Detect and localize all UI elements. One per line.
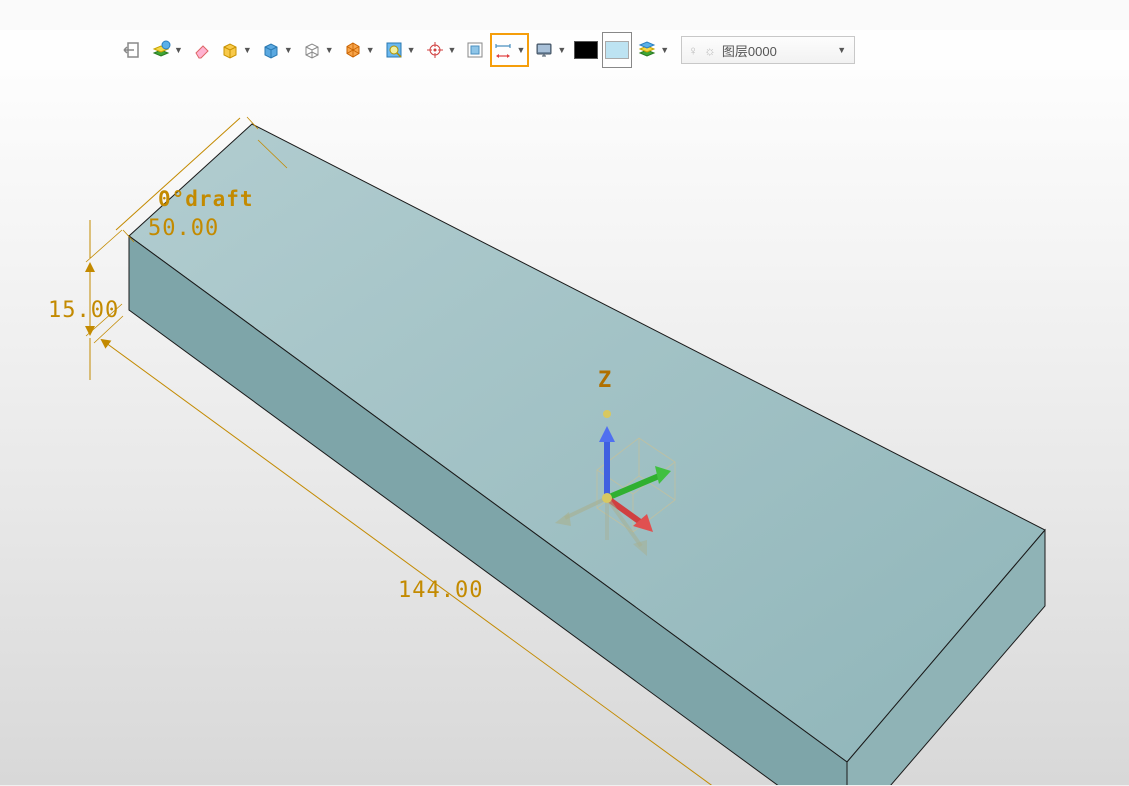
layers-stack-tool[interactable]: ▼: [634, 33, 673, 67]
layers-tool[interactable]: ▼: [148, 33, 187, 67]
box-blue-tool[interactable]: ▼: [258, 33, 297, 67]
draft-annotation: 0°draft: [158, 187, 254, 211]
box-yellow-icon: [219, 39, 241, 61]
layer-name-label: 图层0000: [722, 41, 777, 60]
dropdown-arrow-icon: ▼: [243, 45, 252, 55]
box-wire-icon: [301, 39, 323, 61]
dimension-icon: [492, 39, 514, 61]
face-select-icon: [464, 39, 486, 61]
layers-icon: [150, 39, 172, 61]
dim-height-label: 15.00: [48, 298, 119, 323]
dim-width-label: 50.00: [148, 216, 219, 241]
dropdown-arrow-icon: ▼: [448, 45, 457, 55]
monitor-icon: [533, 39, 555, 61]
color-blue[interactable]: [602, 32, 632, 68]
target-tool[interactable]: ▼: [422, 33, 461, 67]
black-swatch: [574, 41, 598, 59]
box-yellow-tool[interactable]: ▼: [217, 33, 256, 67]
titlebar: [0, 0, 1129, 30]
box-wire-tool[interactable]: ▼: [299, 33, 338, 67]
display-tool[interactable]: ▼: [531, 33, 570, 67]
dropdown-arrow-icon: ▼: [174, 45, 183, 55]
dropdown-arrow-icon: ▼: [407, 45, 416, 55]
exit-button[interactable]: [120, 33, 146, 67]
dropdown-arrow-icon: ▼: [516, 45, 525, 55]
dropdown-arrow-icon: ▼: [366, 45, 375, 55]
box-blue-icon: [260, 39, 282, 61]
axis-z-label: Z: [598, 368, 611, 393]
zoom-icon: [383, 39, 405, 61]
target-icon: [424, 39, 446, 61]
blue-swatch: [605, 41, 629, 59]
dim-length-label: 144.00: [398, 578, 483, 603]
model-scene: [0, 70, 1129, 785]
dropdown-arrow-icon: ▼: [284, 45, 293, 55]
dropdown-arrow-icon: ▼: [660, 45, 669, 55]
layer-selector[interactable]: ♀ ☼ 图层0000 ▼: [681, 36, 855, 64]
eraser-icon: [191, 39, 213, 61]
face-select-tool[interactable]: [462, 33, 488, 67]
lightbulb-icon: ♀: [688, 43, 698, 58]
sun-icon: ☼: [704, 43, 716, 58]
viewport-3d[interactable]: 0°draft 50.00 15.00 144.00 Z: [0, 70, 1129, 785]
dropdown-arrow-icon: ▼: [837, 45, 846, 55]
dimension-tool[interactable]: ▼: [490, 33, 529, 67]
layers-stack-icon: [636, 39, 658, 61]
dropdown-arrow-icon: ▼: [325, 45, 334, 55]
hexagon-tool[interactable]: ▼: [340, 33, 379, 67]
toolbar: ▼ ▼ ▼ ▼: [0, 30, 1129, 70]
hexagon-icon: [342, 39, 364, 61]
exit-icon: [122, 39, 144, 61]
zoom-tool[interactable]: ▼: [381, 33, 420, 67]
dropdown-arrow-icon: ▼: [557, 45, 566, 55]
color-black[interactable]: [572, 33, 600, 67]
eraser-tool[interactable]: [189, 33, 215, 67]
